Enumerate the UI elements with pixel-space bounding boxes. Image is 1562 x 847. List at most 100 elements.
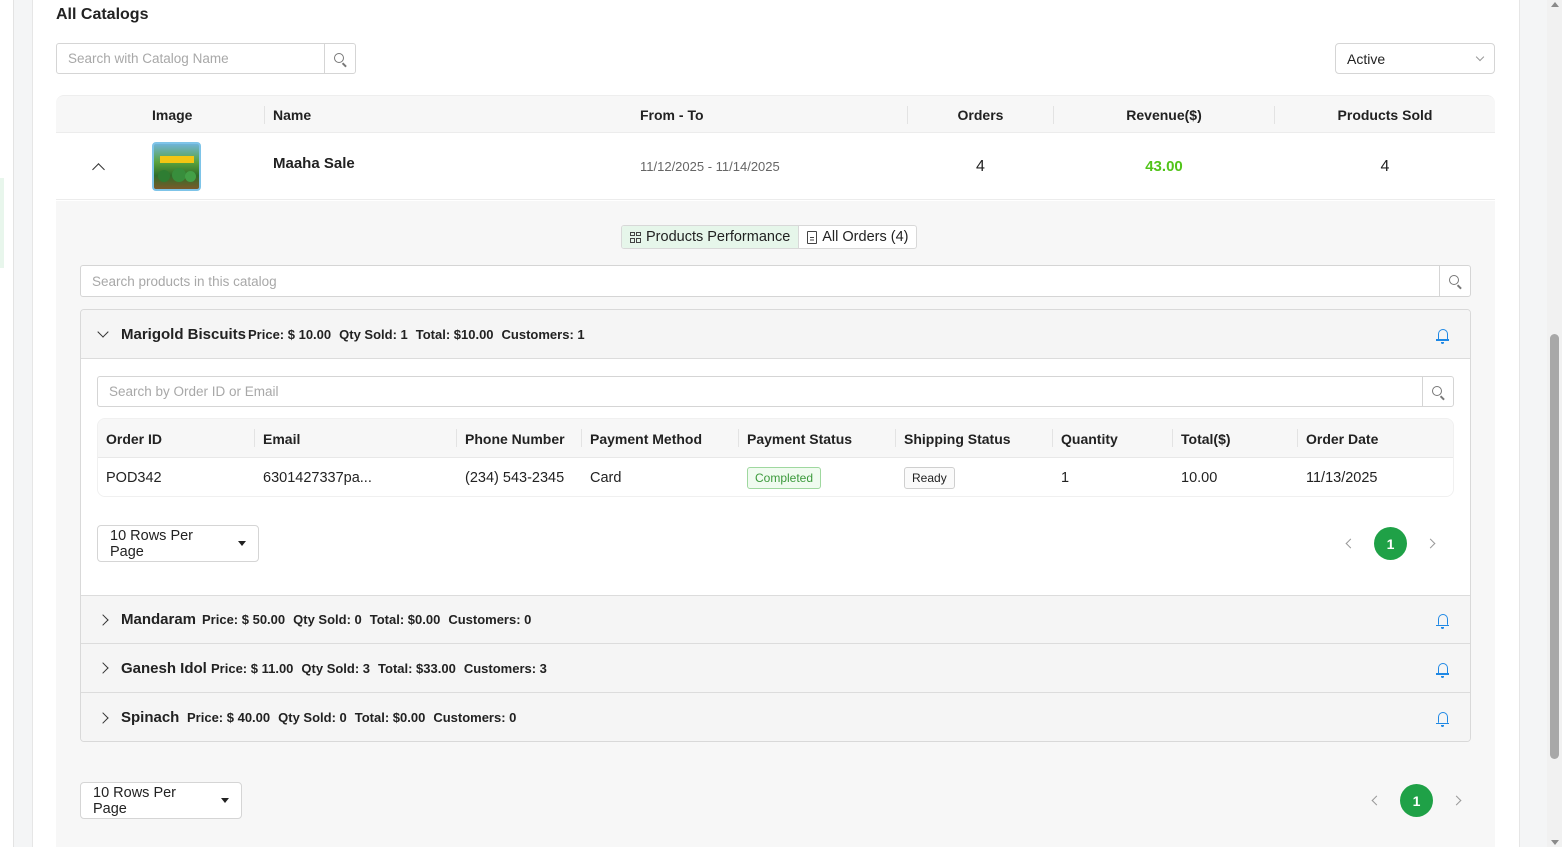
col-products-sold: Products Sold [1337,107,1433,123]
product-list: Marigold Biscuits Price: $ 10.00 Qty Sol… [80,309,1471,742]
product-customers: Customers: 0 [433,710,517,725]
scroll-down-arrow[interactable] [1551,840,1559,845]
product-price: Price: $ 10.00 [248,326,332,342]
bell-icon[interactable] [1436,662,1449,678]
page-title: All Catalogs [56,6,149,23]
chevron-left-icon[interactable] [1371,795,1382,806]
product-row-mandaram[interactable]: Mandaram Price: $ 50.00 Qty Sold: 0 Tota… [81,595,1470,644]
catalog-table-header: Image Name From - To Orders Revenue($) P… [56,95,1495,133]
outer-rows-per-page-value: 10 Rows Per Page [93,784,177,817]
status-filter-value: Active [1347,50,1386,67]
catalog-row[interactable]: Maaha Sale 11/12/2025 - 11/14/2025 4 43.… [56,133,1495,200]
order-phone: (234) 543-2345 [465,469,565,486]
tab-all-orders-label: All Orders (4) [822,229,909,245]
col-separator [895,429,896,447]
col-separator [1297,429,1298,447]
product-name: Spinach [121,709,180,726]
product-stats: Price: $ 50.00 Qty Sold: 0 Total: $0.00 … [202,612,531,627]
order-id: POD342 [106,469,162,486]
collapse-row-button[interactable] [92,133,105,200]
chevron-right-icon[interactable] [1425,538,1436,549]
chevron-up-icon [92,162,105,176]
product-row-marigold-biscuits[interactable]: Marigold Biscuits Price: $ 10.00 Qty Sol… [81,310,1470,359]
col-quantity: Quantity [1061,430,1118,447]
catalog-orders: 4 [976,157,985,175]
expand-toggle[interactable] [97,613,109,626]
payment-status-badge: Completed [747,466,822,489]
chevron-right-icon [97,613,109,626]
product-customers: Customers: 1 [501,326,585,342]
page-number-button[interactable]: 1 [1400,784,1433,817]
scroll-up-arrow[interactable] [1551,2,1559,7]
product-row-spinach[interactable]: Spinach Price: $ 40.00 Qty Sold: 0 Total… [81,693,1470,741]
shipping-status-badge: Ready [904,466,955,489]
product-search-input[interactable] [81,266,1439,296]
bell-icon[interactable] [1436,614,1449,629]
catalog-thumbnail[interactable] [152,142,201,191]
catalog-revenue: 43.00 [1145,158,1183,175]
catalog-image-cell [152,133,201,200]
document-icon [807,230,818,244]
catalog-search-input[interactable] [57,44,324,73]
product-name: Marigold Biscuits [121,325,247,343]
chevron-left-icon[interactable] [1345,538,1356,549]
search-icon [1449,275,1459,285]
order-search-button[interactable] [1422,377,1453,406]
inner-rows-per-page-select[interactable]: 10 Rows Per Page [97,525,259,562]
chevron-right-icon [97,662,109,674]
expand-toggle[interactable] [97,326,109,338]
col-payment-method: Payment Method [590,430,703,447]
view-tabs: Products Performance All Orders (4) [621,225,918,249]
product-total: Total: $0.00 [369,612,441,627]
bell-icon[interactable] [1436,328,1449,344]
expand-toggle[interactable] [97,662,109,674]
page-scrollbar[interactable] [1547,0,1562,847]
sidebar-edge [0,0,14,847]
page-number-button[interactable]: 1 [1374,527,1407,560]
sidebar-active-marker [0,178,4,268]
product-customers: Customers: 3 [463,660,547,676]
product-row-ganesh-idol[interactable]: Ganesh Idol Price: $ 11.00 Qty Sold: 3 T… [81,644,1470,693]
product-qty-sold: Qty Sold: 0 [293,612,362,627]
order-search-input[interactable] [98,377,1422,406]
status-filter-select[interactable]: Active [1335,43,1495,74]
expand-toggle[interactable] [97,711,109,724]
col-total: Total($) [1181,430,1231,447]
product-stats: Price: $ 10.00 Qty Sold: 1 Total: $10.00… [248,327,585,342]
product-qty-sold: Qty Sold: 3 [301,660,371,676]
catalog-products-sold: 4 [1380,157,1390,175]
tab-products-performance-label: Products Performance [646,229,791,245]
order-quantity: 1 [1061,469,1070,486]
order-date: 11/13/2025 [1306,469,1378,486]
col-phone: Phone Number [465,430,565,447]
col-email: Email [263,430,301,447]
catalog-search [56,43,356,74]
col-payment-status: Payment Status [747,430,853,447]
caret-down-icon [221,798,229,803]
catalog-search-button[interactable] [324,44,355,73]
product-search-button[interactable] [1439,266,1470,296]
col-separator [456,429,457,447]
chevron-right-icon [97,711,109,724]
order-total: 10.00 [1181,469,1218,486]
col-name: Name [273,107,312,123]
product-total: Total: $10.00 [415,326,494,342]
col-separator [738,429,739,447]
product-name: Ganesh Idol [121,659,207,677]
tab-all-orders[interactable]: All Orders (4) [798,226,916,248]
caret-down-icon [238,541,246,546]
inner-rows-per-page-value: 10 Rows Per Page [110,527,194,560]
product-price: Price: $ 40.00 [187,710,271,725]
order-row[interactable]: POD342 6301427337pa... (234) 543-2345 Ca… [98,458,1453,496]
tab-products-performance[interactable]: Products Performance [622,226,799,248]
outer-rows-per-page-select[interactable]: 10 Rows Per Page [80,782,242,819]
col-shipping-status: Shipping Status [904,430,1011,447]
product-stats: Price: $ 40.00 Qty Sold: 0 Total: $0.00 … [187,710,516,725]
order-email: 6301427337pa... [263,469,372,486]
search-icon [1432,385,1442,396]
chevron-right-icon[interactable] [1451,795,1462,806]
scroll-thumb[interactable] [1550,334,1559,759]
product-qty-sold: Qty Sold: 0 [278,710,347,725]
orders-table-header: Order ID Email Phone Number Payment Meth… [98,419,1453,458]
bell-icon[interactable] [1436,712,1449,727]
